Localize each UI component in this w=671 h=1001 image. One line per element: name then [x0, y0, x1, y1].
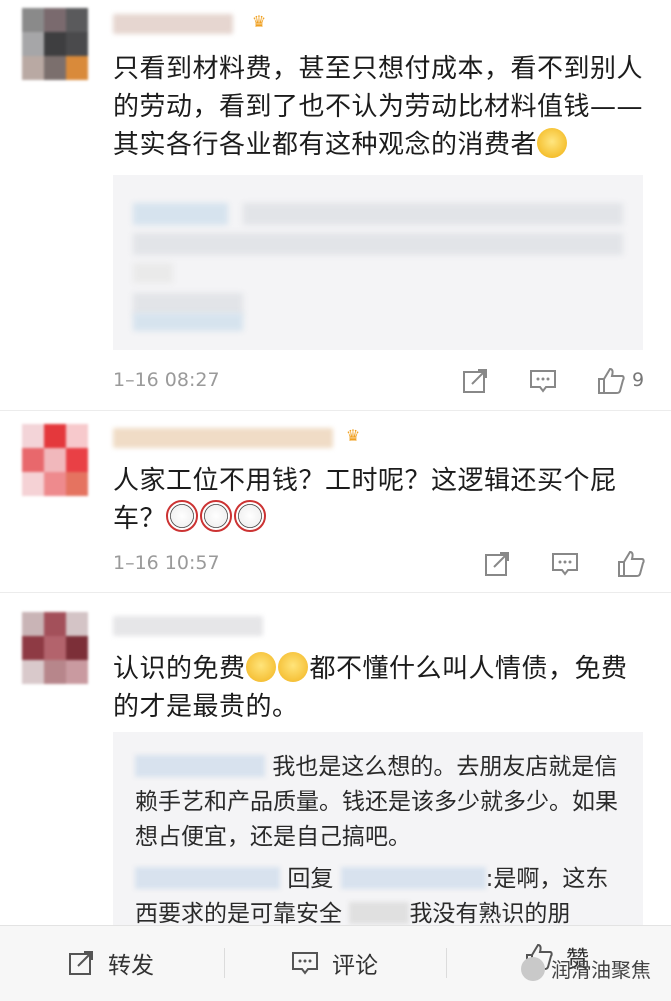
username-blurred[interactable] [113, 616, 263, 636]
wechat-logo-icon [521, 956, 545, 981]
quoted-post-blurred[interactable] [113, 175, 643, 350]
comment-text: 人家工位不用钱？工时呢？这逻辑还买个屁车？ [113, 466, 617, 534]
reply-2[interactable]: 回复 :是啊，这东西要求的是可靠安全 我没有熟识的朋 [135, 862, 630, 925]
like-icon[interactable] [596, 366, 626, 396]
avatar[interactable] [22, 612, 88, 684]
reply-thread: 我也是这么想的。去朋友店就是信赖手艺和产品质量。钱还是该多少就多少。如果想占便宜… [113, 732, 643, 925]
separator [446, 948, 447, 978]
redacted-block [349, 902, 410, 924]
laughing-crying-emoji [277, 652, 308, 682]
avatar[interactable] [22, 424, 88, 496]
avatar[interactable] [22, 8, 88, 80]
comment-text: 认识的免费 都不懂什么叫人情债，免费的才是最贵的。 [113, 652, 628, 722]
comment-2: ♛ 人家工位不用钱？工时呢？这逻辑还买个屁车？ 1–16 10:57 [0, 410, 671, 590]
crown-icon: ♛ [251, 12, 267, 31]
comment-button[interactable]: 评论 [290, 946, 378, 980]
like-icon[interactable] [616, 549, 646, 579]
angry-face-emoji [537, 128, 568, 158]
laughing-crying-emoji [245, 652, 276, 682]
repost-icon[interactable] [482, 549, 512, 579]
panda-face-emoji [234, 500, 267, 532]
comment-1: ♛ 只看到材料费，甚至只想付成本，看不到别人的劳动，看到了也不认为劳动比材料值钱… [0, 0, 671, 410]
comment-icon[interactable] [550, 549, 580, 579]
crown-icon: ♛ [345, 426, 361, 445]
repost-icon [69, 951, 93, 975]
panda-face-emoji [166, 500, 199, 532]
timestamp: 1–16 08:27 [113, 369, 220, 391]
comment-label: 评论 [332, 953, 378, 979]
username-blurred[interactable] [113, 428, 333, 448]
watermark: 润滑油聚焦 [521, 954, 651, 983]
bottom-action-bar: 转发 评论 赞 润滑油聚焦 [0, 925, 671, 1001]
like-count: 9 [632, 369, 645, 391]
reply-target-blurred[interactable] [340, 867, 486, 889]
separator [224, 948, 225, 978]
comment-3: 认识的免费 都不懂什么叫人情债，免费的才是最贵的。 我也是这么想的。去朋友店就是信… [0, 592, 671, 925]
reply-username-blurred[interactable] [135, 867, 280, 889]
repost-button[interactable]: 转发 [66, 946, 154, 980]
timestamp: 1–16 10:57 [113, 552, 220, 574]
reply-1[interactable]: 我也是这么想的。去朋友店就是信赖手艺和产品质量。钱还是该多少就多少。如果想占便宜… [135, 750, 630, 855]
comment-text: 只看到材料费，甚至只想付成本，看不到别人的劳动，看到了也不认为劳动比材料值钱——… [113, 54, 644, 160]
repost-label: 转发 [108, 953, 154, 979]
panda-face-emoji [200, 500, 233, 532]
repost-icon[interactable] [460, 366, 490, 396]
username-blurred[interactable] [113, 14, 233, 34]
comment-icon[interactable] [528, 366, 558, 396]
watermark-text: 润滑油聚焦 [551, 958, 651, 982]
comment-icon [292, 952, 318, 975]
reply-username-blurred[interactable] [135, 755, 265, 777]
